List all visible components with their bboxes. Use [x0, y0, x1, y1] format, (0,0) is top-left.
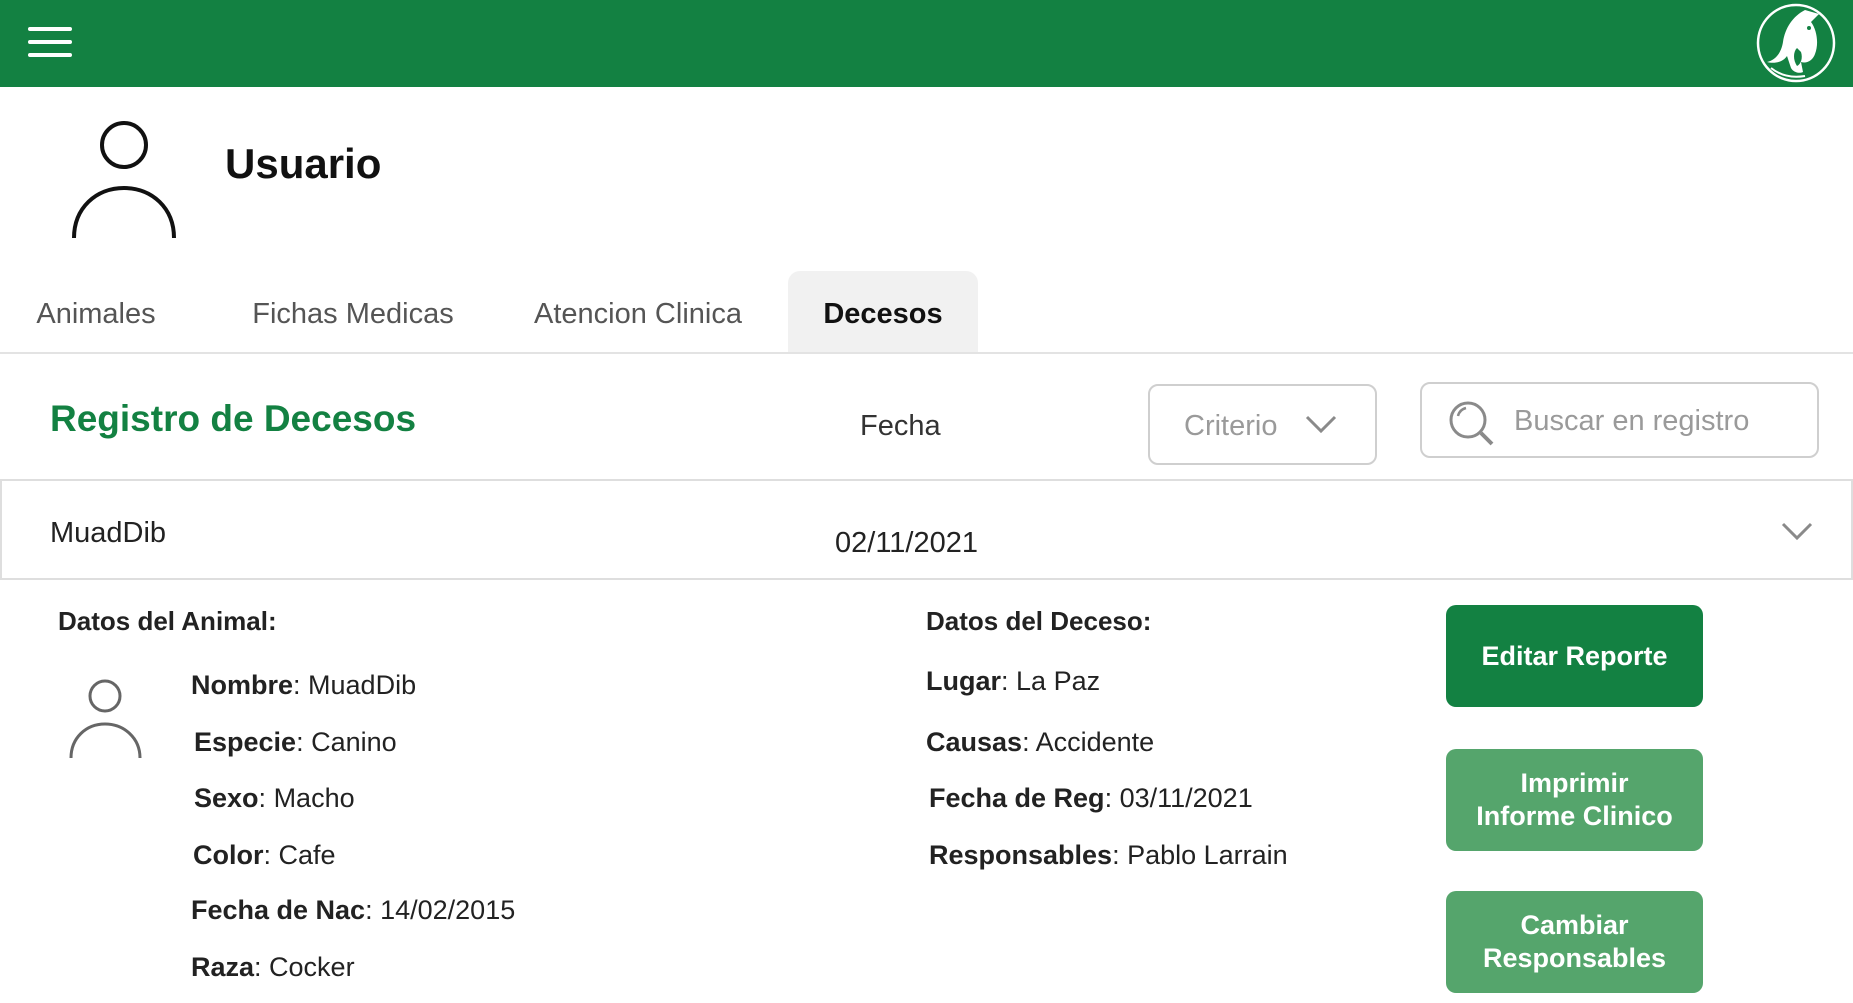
tab-decesos[interactable]: Decesos [788, 271, 978, 353]
user-avatar-icon [72, 121, 176, 239]
print-clinical-report-button[interactable]: Imprimir Informe Clinico [1446, 749, 1703, 851]
criterio-label: Criterio [1184, 410, 1278, 442]
animal-field-nombre: Nombre: MuadDib [191, 670, 417, 700]
animal-field-color: Color: Cafe [193, 840, 336, 870]
tabs-divider [0, 352, 1853, 354]
record-name: MuadDib [50, 517, 167, 549]
record-row[interactable]: MuadDib 02/11/2021 [0, 479, 1853, 580]
search-box [1420, 382, 1819, 458]
hamburger-menu-icon[interactable] [28, 27, 72, 59]
tab-atencion-clinica[interactable]: Atencion Clinica [514, 271, 762, 353]
animal-logo-icon [1756, 3, 1836, 83]
change-label-line-1: Cambiar [1520, 910, 1629, 940]
section-title: Registro de Decesos [50, 398, 417, 439]
print-label-line-1: Imprimir [1520, 768, 1629, 798]
top-bar [0, 0, 1853, 87]
print-label-line-2: Informe Clinico [1476, 801, 1673, 831]
animal-field-fecha-nac: Fecha de Nac: 14/02/2015 [191, 895, 516, 925]
edit-report-button[interactable]: Editar Reporte [1446, 605, 1703, 707]
tab-animales[interactable]: Animales [12, 271, 180, 353]
deceso-field-fecha-reg: Fecha de Reg: 03/11/2021 [929, 783, 1253, 813]
fecha-label: Fecha [860, 410, 941, 442]
deceso-field-lugar: Lugar: La Paz [926, 666, 1101, 696]
animal-field-sexo: Sexo: Macho [194, 783, 355, 813]
change-label-line-2: Responsables [1482, 943, 1667, 973]
search-input[interactable] [1514, 396, 1804, 446]
search-icon[interactable] [1446, 398, 1496, 448]
record-date: 02/11/2021 [835, 527, 978, 559]
deceso-section-title: Datos del Deceso: [926, 606, 1152, 636]
animal-section-title: Datos del Animal: [58, 606, 277, 636]
chevron-down-icon [1305, 415, 1337, 434]
tab-fichas-medicas[interactable]: Fichas Medicas [232, 271, 474, 353]
edit-report-label: Editar Reporte [1481, 640, 1668, 671]
deceso-field-causas: Causas: Accidente [926, 727, 1155, 757]
animal-field-raza: Raza: Cocker [191, 952, 355, 982]
criterio-dropdown[interactable]: Criterio [1148, 384, 1377, 465]
chevron-down-icon[interactable] [1780, 519, 1814, 543]
page: Usuario Animales Fichas Medicas Atencion… [0, 0, 1853, 1003]
animal-avatar-icon [69, 679, 142, 759]
user-name: Usuario [225, 140, 382, 187]
deceso-field-responsables: Responsables: Pablo Larrain [929, 840, 1288, 870]
animal-field-especie: Especie: Canino [194, 727, 397, 757]
tab-bar: Animales Fichas Medicas Atencion Clinica… [0, 271, 1853, 353]
change-responsibles-button[interactable]: Cambiar Responsables [1446, 891, 1703, 993]
